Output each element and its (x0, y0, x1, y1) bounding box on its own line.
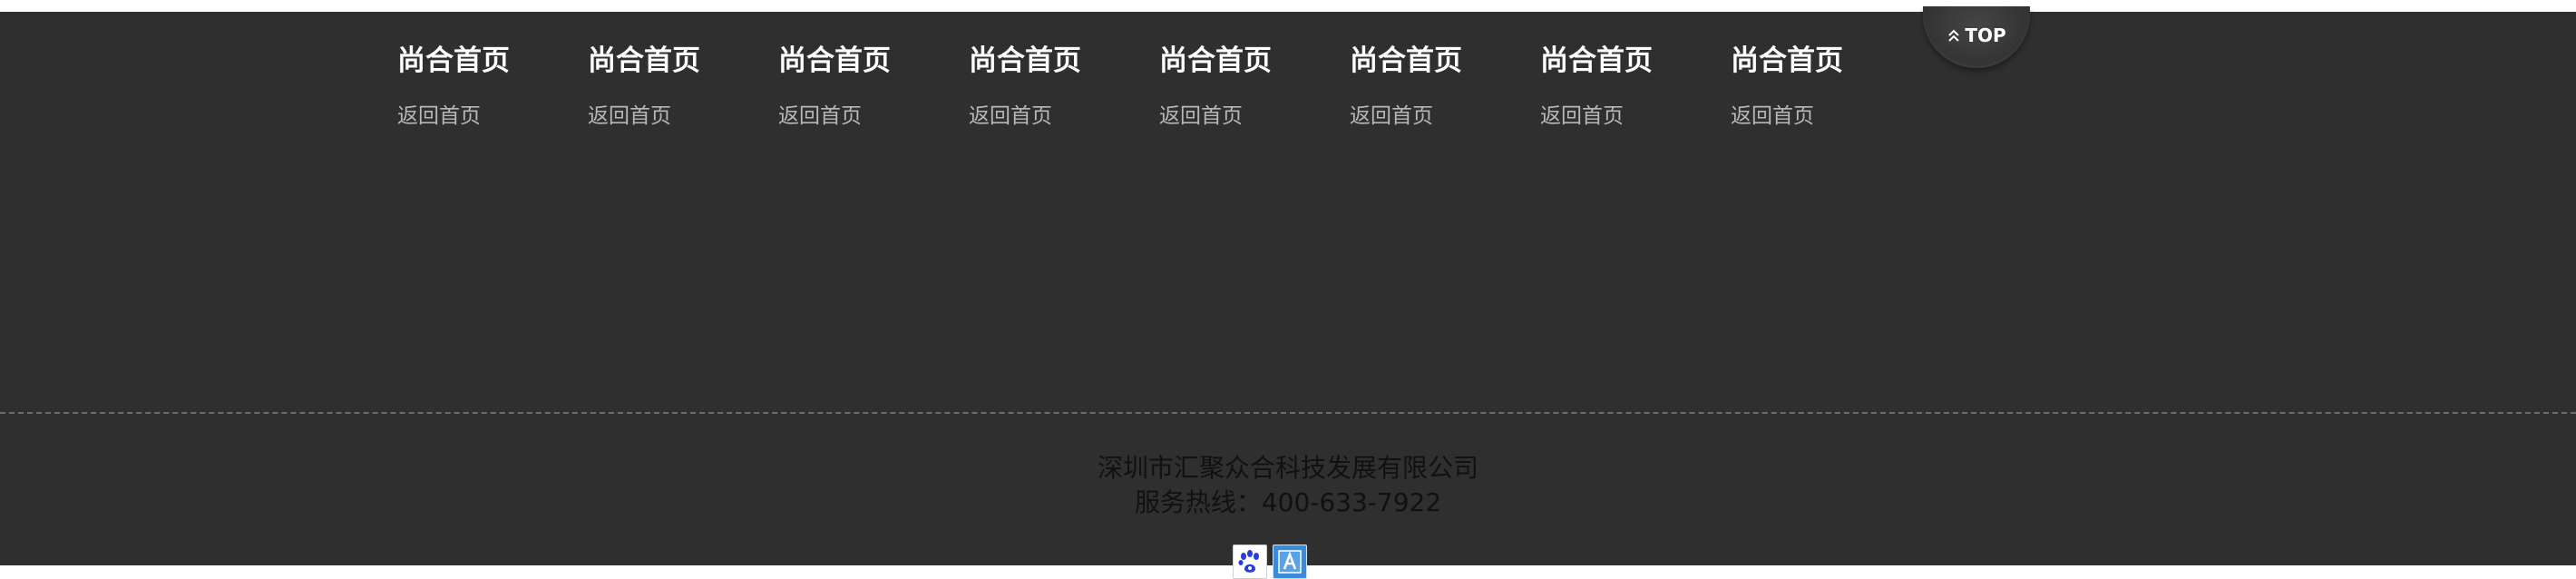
footer-nav-title[interactable]: 尚合首页 (588, 43, 778, 79)
footer-nav-column: 尚合首页 返回首页 (1540, 43, 1731, 130)
footer-nav-title[interactable]: 尚合首页 (1731, 43, 1921, 79)
footer-nav-column: 尚合首页 返回首页 (1731, 43, 1921, 130)
footer-nav-link[interactable]: 返回首页 (1350, 103, 1540, 130)
double-chevron-up-icon (1948, 29, 1960, 42)
back-to-top-content: TOP (1947, 25, 2006, 46)
back-to-top-button[interactable]: TOP (1923, 6, 2030, 68)
footer-divider (0, 412, 2576, 414)
site-footer: 尚合首页 返回首页 尚合首页 返回首页 尚合首页 返回首页 尚合首页 返回首页 … (0, 6, 2576, 579)
footer-nav-link[interactable]: 返回首页 (1731, 103, 1921, 130)
footer-nav-link[interactable]: 返回首页 (778, 103, 969, 130)
footer-nav-column: 尚合首页 返回首页 (397, 43, 588, 130)
footer-nav-column: 尚合首页 返回首页 (969, 43, 1159, 130)
verification-badges (1233, 545, 1307, 579)
footer-nav-link[interactable]: 返回首页 (397, 103, 588, 130)
footer-nav-link[interactable]: 返回首页 (1540, 103, 1731, 130)
footer-nav-link[interactable]: 返回首页 (969, 103, 1159, 130)
footer-nav-column: 尚合首页 返回首页 (778, 43, 969, 130)
footer-nav-link[interactable]: 返回首页 (588, 103, 778, 130)
footer-nav-title[interactable]: 尚合首页 (969, 43, 1159, 79)
footer-nav-title[interactable]: 尚合首页 (1350, 43, 1540, 79)
footer-nav-title[interactable]: 尚合首页 (397, 43, 588, 79)
company-name: 深圳市汇聚众合科技发展有限公司 (1097, 453, 1478, 483)
footer-nav-title[interactable]: 尚合首页 (1159, 43, 1350, 79)
footer-nav-title[interactable]: 尚合首页 (778, 43, 969, 79)
footer-nav: 尚合首页 返回首页 尚合首页 返回首页 尚合首页 返回首页 尚合首页 返回首页 … (397, 43, 1921, 130)
letter-a-icon (1278, 550, 1302, 574)
company-info: 深圳市汇聚众合科技发展有限公司 服务热线：400-633-7922 (0, 451, 2576, 520)
baidu-badge[interactable] (1233, 545, 1267, 579)
footer-nav-column: 尚合首页 返回首页 (588, 43, 778, 130)
baidu-paw-icon (1238, 550, 1259, 573)
service-hotline: 服务热线：400-633-7922 (1134, 487, 1442, 517)
footer-nav-link[interactable]: 返回首页 (1159, 103, 1350, 130)
trust-badge[interactable] (1273, 545, 1307, 579)
footer-nav-title[interactable]: 尚合首页 (1540, 43, 1731, 79)
back-to-top-label: TOP (1965, 25, 2006, 46)
footer-nav-column: 尚合首页 返回首页 (1159, 43, 1350, 130)
footer-nav-column: 尚合首页 返回首页 (1350, 43, 1540, 130)
